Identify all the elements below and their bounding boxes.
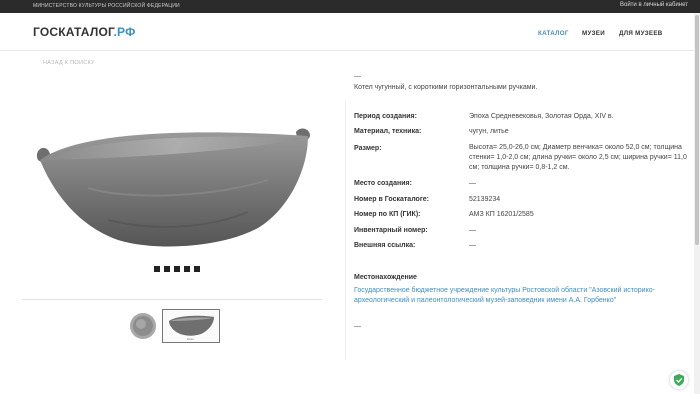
dash-separator-bottom: —: [354, 323, 361, 330]
shield-widget[interactable]: [670, 371, 688, 389]
nav-catalog[interactable]: КАТАЛОГ: [538, 30, 569, 37]
thumbnail-caption: Котел: [187, 338, 194, 341]
slider-dots: [154, 266, 200, 272]
nav-for-museums[interactable]: ДЛЯ МУЗЕЕВ: [619, 30, 663, 37]
thumbnail-1[interactable]: [128, 311, 158, 341]
cauldron-image: [36, 128, 310, 247]
nav-museums[interactable]: МУЗЕИ: [582, 30, 605, 37]
field-label-kp-number: Номер по КП (ГИК):: [354, 211, 421, 218]
divider: [22, 299, 322, 300]
scrollbar-thumb[interactable]: [695, 15, 699, 245]
field-label-period: Период создания:: [354, 113, 417, 120]
logo-main: ГОСКАТАЛОГ: [33, 25, 114, 39]
location-title: Местонахождение: [354, 274, 417, 281]
field-value-kp-number: АМЗ КП 16201/2585: [469, 211, 534, 218]
main-photo[interactable]: [8, 100, 340, 275]
scrollbar[interactable]: [694, 13, 700, 394]
site-header: ГОСКАТАЛОГ.РФ КАТАЛОГ МУЗЕИ ДЛЯ МУЗЕЕВ: [0, 13, 700, 51]
cauldron-top-thumb-image: [130, 313, 156, 339]
field-label-inventory-number: Инвентарный номер:: [354, 227, 428, 234]
field-value-size: Высота= 25,0-26,0 см; Диаметр венчика= о…: [469, 144, 687, 171]
thumbnail-2[interactable]: Котел: [162, 309, 220, 343]
field-value-period: Эпоха Средневековья, Золотая Орда, XIV в…: [469, 113, 614, 120]
slider-dot[interactable]: [194, 266, 200, 272]
shield-icon: [674, 374, 684, 386]
field-value-inventory-number: —: [469, 227, 476, 234]
field-value-goscatalog-number: 52139234: [469, 196, 501, 203]
back-to-search-link[interactable]: НАЗАД К ПОИСКУ: [43, 60, 95, 66]
item-description: Котел чугунный, с короткими горизонтальн…: [354, 84, 538, 91]
login-link[interactable]: Войти в личный кабинет: [620, 2, 688, 8]
slider-dot[interactable]: [174, 266, 180, 272]
location-link[interactable]: Государственное бюджетное учреждение кул…: [354, 286, 690, 306]
field-value-material: чугун, литье: [469, 128, 509, 135]
field-value-external-link: —: [469, 242, 476, 249]
column-divider: [345, 100, 346, 360]
field-value-place: —: [469, 180, 476, 187]
dash-separator: —: [354, 73, 361, 80]
ministry-label: МИНИСТЕРСТВО КУЛЬТУРЫ РОССИЙСКОЙ ФЕДЕРАЦ…: [33, 3, 180, 9]
field-label-goscatalog-number: Номер в Госкаталоге:: [354, 196, 429, 203]
slider-dot[interactable]: [164, 266, 170, 272]
field-label-material: Материал, техника:: [354, 128, 422, 135]
site-logo[interactable]: ГОСКАТАЛОГ.РФ: [33, 25, 136, 39]
field-label-size: Размер:: [354, 145, 382, 152]
top-bar: МИНИСТЕРСТВО КУЛЬТУРЫ РОССИЙСКОЙ ФЕДЕРАЦ…: [0, 0, 700, 13]
logo-suffix: .РФ: [113, 25, 136, 39]
slider-dot[interactable]: [184, 266, 190, 272]
field-label-place: Место создания:: [354, 180, 412, 187]
slider-dot[interactable]: [154, 266, 160, 272]
field-label-external-link: Внешняя ссылка:: [354, 242, 416, 249]
